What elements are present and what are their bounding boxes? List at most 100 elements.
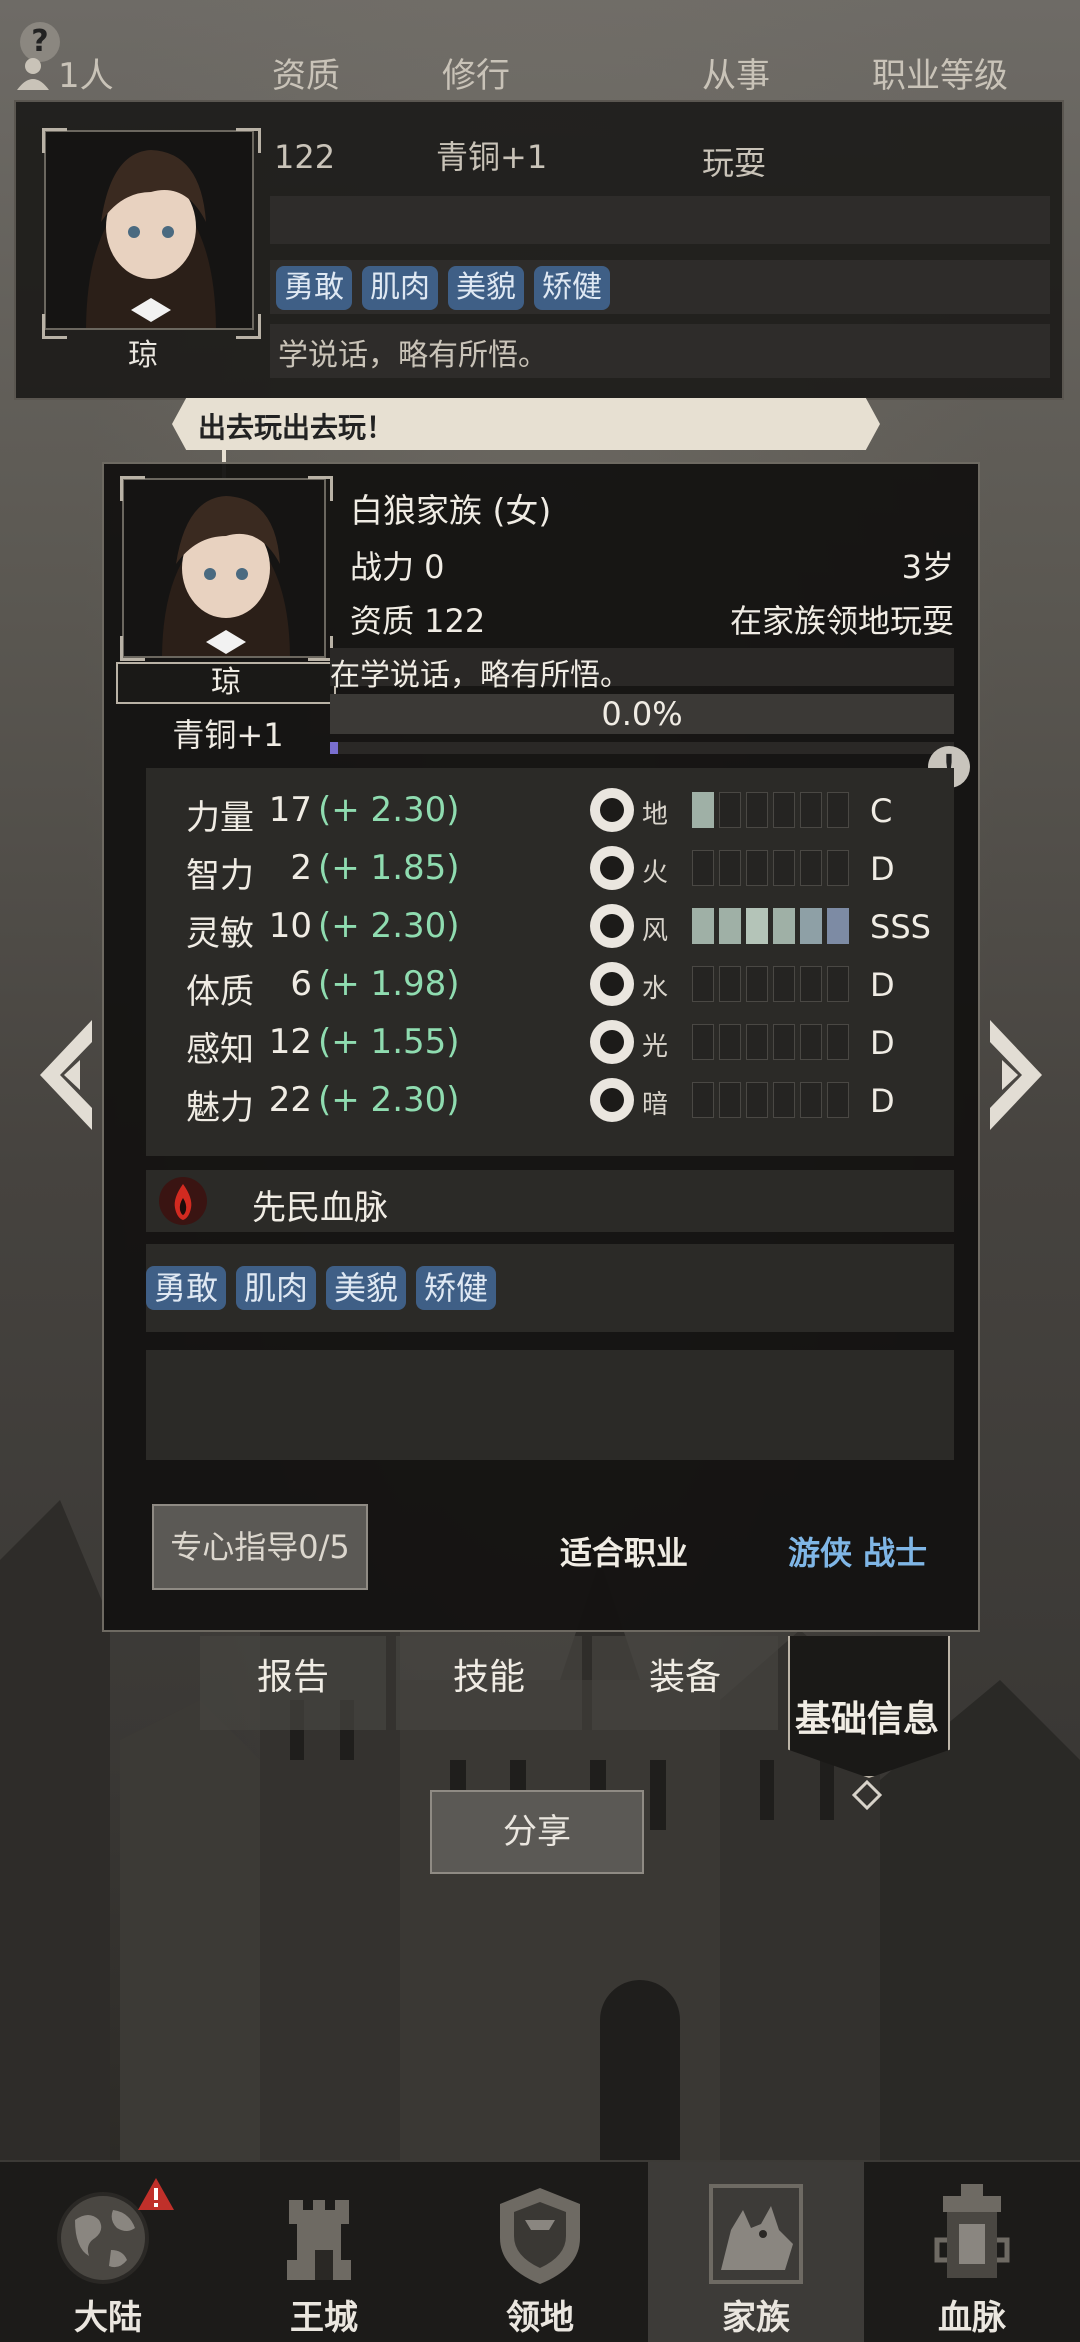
earth-icon — [590, 788, 634, 832]
trait-tag[interactable]: 矫健 — [416, 1266, 497, 1310]
prev-arrow-icon[interactable] — [40, 1020, 94, 1130]
tab-equipment[interactable]: 装备 — [592, 1648, 778, 1700]
stat-bonus: (+ 2.30) — [318, 1080, 460, 1120]
character-name: 琼 — [116, 662, 336, 704]
stat-bonus: (+ 2.30) — [318, 790, 460, 830]
element-grade: D — [870, 850, 895, 888]
element-level-bar — [692, 1024, 849, 1060]
stat-bonus: (+ 2.30) — [318, 906, 460, 946]
mentor-button[interactable]: 专心指导0/5 — [152, 1504, 368, 1590]
member-tags-bar: 勇敢 肌肉 美貌 矫健 — [270, 260, 1050, 314]
share-button[interactable]: 分享 — [430, 1790, 644, 1874]
level-segment — [773, 966, 795, 1002]
next-arrow-icon[interactable] — [988, 1020, 1042, 1130]
element-name: 光 — [642, 1032, 669, 1062]
diamond-indicator-icon — [852, 1780, 882, 1810]
level-segment — [746, 850, 768, 886]
nav-territory[interactable]: 领地 — [432, 2162, 648, 2342]
stat-value: 10 — [268, 906, 312, 946]
level-segment — [746, 792, 768, 828]
level-segment — [773, 850, 795, 886]
frame-corner — [42, 128, 67, 153]
nav-bloodline[interactable]: 血脉 — [864, 2162, 1080, 2342]
level-segment — [800, 1082, 822, 1118]
suitable-job-label: 适合职业 — [560, 1534, 689, 1572]
nav-family[interactable]: 家族 — [648, 2162, 864, 2342]
learning-bar: 在学说话，略有所悟。 — [330, 648, 954, 693]
character-family: 白狼家族 (女) — [350, 491, 552, 530]
progress-bar: 0.0% — [330, 694, 954, 734]
level-segment — [719, 1082, 741, 1118]
stat-bonus: (+ 1.98) — [318, 964, 460, 1004]
character-portrait — [122, 478, 326, 658]
level-segment — [746, 1082, 768, 1118]
element-grade: D — [870, 966, 895, 1004]
stat-value: 6 — [290, 964, 312, 1004]
element-name: 水 — [642, 974, 669, 1004]
trait-tag[interactable]: 勇敢 — [146, 1266, 227, 1310]
level-segment — [827, 1024, 849, 1060]
character-portrait-image — [46, 132, 252, 328]
character-status: 在家族领地玩耍 — [729, 602, 954, 640]
alert-icon — [138, 2178, 174, 2210]
level-segment — [773, 792, 795, 828]
bloodline-row[interactable]: 先民血脉 — [146, 1170, 954, 1232]
lantern-icon — [934, 2184, 1010, 2278]
bloodline-name: 先民血脉 — [252, 1188, 388, 1228]
level-segment — [746, 966, 768, 1002]
shield-crest-icon — [500, 2188, 580, 2284]
element-level-bar — [692, 908, 849, 944]
level-segment — [692, 908, 714, 944]
nav-continent[interactable]: 大陆 — [0, 2162, 216, 2342]
tab-skills[interactable]: 技能 — [396, 1648, 582, 1700]
tab-report[interactable]: 报告 — [200, 1648, 386, 1700]
level-segment — [827, 850, 849, 886]
water-icon — [590, 962, 634, 1006]
member-tags: 勇敢 肌肉 美貌 矫健 — [276, 266, 620, 310]
trait-tags: 勇敢 肌肉 美貌 矫健 — [146, 1266, 506, 1310]
level-segment — [800, 850, 822, 886]
bottom-nav: 大陆 王城 领地 家族 血脉 — [0, 2160, 1080, 2342]
trait-tag: 勇敢 — [276, 266, 352, 310]
frame-corner — [236, 314, 261, 339]
member-row[interactable]: 琼 122 青铜+1 玩耍 勇敢 肌肉 美貌 矫健 学说话，略有所悟。 — [14, 100, 1064, 400]
speech-bubble: 出去玩出去玩！ — [172, 398, 880, 450]
wind-icon — [590, 904, 634, 948]
trait-tag: 肌肉 — [362, 266, 438, 310]
light-icon — [590, 1020, 634, 1064]
frame-corner — [120, 476, 145, 501]
description-box — [146, 1350, 954, 1460]
stat-bonus: (+ 1.85) — [318, 848, 460, 888]
stat-value: 2 — [290, 848, 312, 888]
col-cultivation[interactable]: 修行 — [442, 48, 510, 97]
nav-label: 血脉 — [938, 2298, 1006, 2338]
element-name: 火 — [642, 858, 669, 888]
col-aptitude[interactable]: 资质 — [272, 48, 340, 97]
castle-tower-icon — [287, 2200, 351, 2280]
frame-corner — [308, 476, 333, 501]
bloodline-flame-icon — [159, 1177, 207, 1225]
col-activity[interactable]: 从事 — [702, 48, 770, 97]
level-segment — [692, 850, 714, 886]
element-name: 暗 — [642, 1090, 669, 1120]
member-count: 1人 — [58, 56, 114, 96]
nav-royal-city[interactable]: 王城 — [216, 2162, 432, 2342]
character-aptitude: 资质 122 — [350, 602, 486, 640]
level-segment — [773, 908, 795, 944]
stat-value: 22 — [268, 1080, 312, 1120]
speech-text: 出去玩出去玩！ — [198, 411, 395, 444]
nav-label: 家族 — [722, 2298, 790, 2338]
trait-tag[interactable]: 美貌 — [326, 1266, 407, 1310]
trait-tag[interactable]: 肌肉 — [236, 1266, 317, 1310]
level-segment — [800, 1024, 822, 1060]
stat-value: 17 — [268, 790, 312, 830]
frame-corner — [120, 636, 145, 661]
element-name: 地 — [642, 800, 669, 830]
nav-label: 领地 — [506, 2298, 574, 2338]
character-detail-panel: 琼 青铜+1 白狼家族 (女) 战力 0 3岁 资质 122 在家族领地玩耍 在… — [102, 462, 980, 1632]
col-job-level[interactable]: 职业等级 — [872, 48, 1008, 97]
level-segment — [719, 908, 741, 944]
element-grade: D — [870, 1082, 895, 1120]
tab-basic-info[interactable]: 基础信息 — [788, 1690, 946, 1742]
level-segment — [827, 792, 849, 828]
